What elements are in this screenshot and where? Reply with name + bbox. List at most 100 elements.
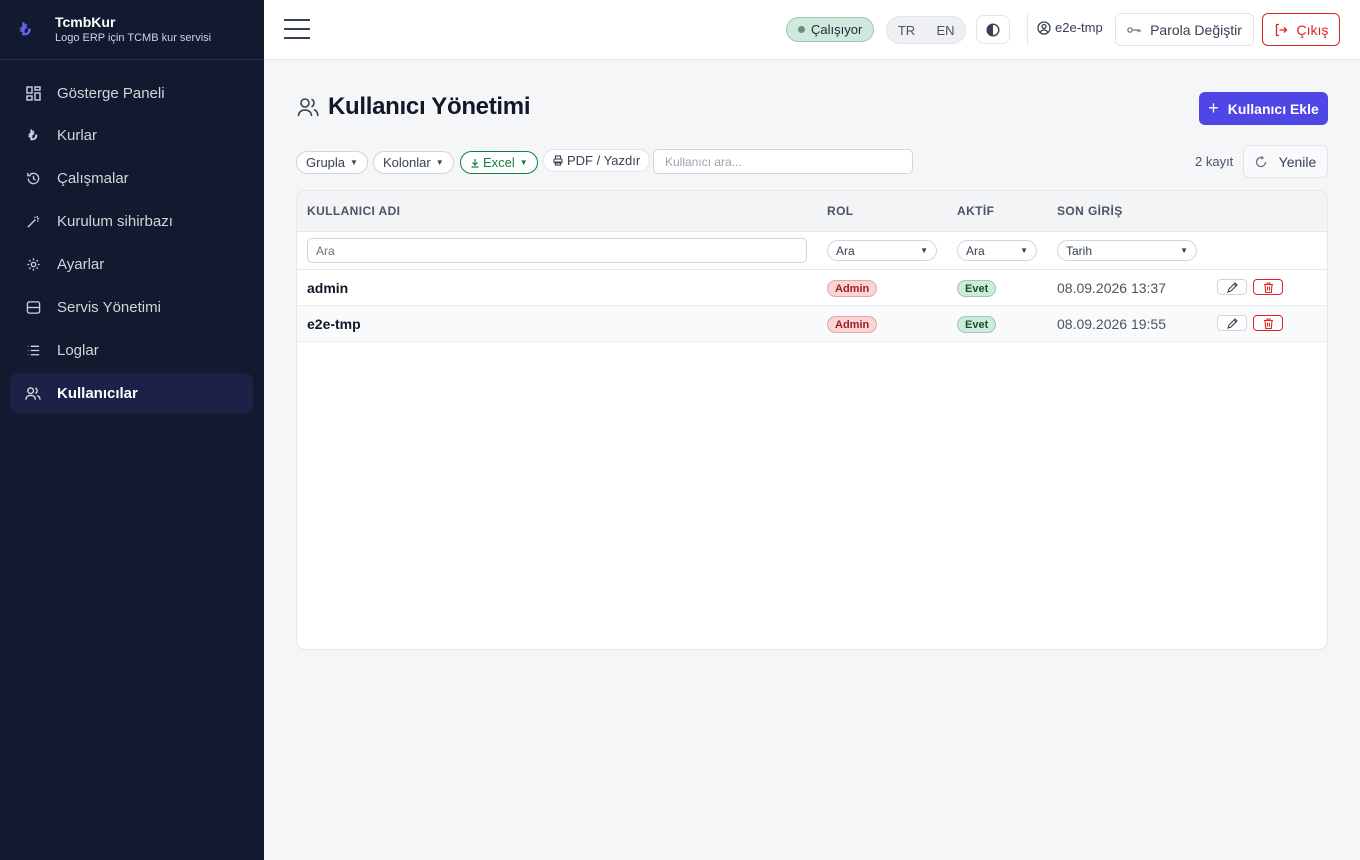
key-icon (1127, 26, 1141, 33)
change-password-button[interactable]: Parola Değiştir (1115, 13, 1254, 46)
active-filter-value: Ara (966, 243, 985, 258)
delete-user-button[interactable] (1253, 315, 1283, 331)
edit-user-button[interactable] (1217, 315, 1247, 331)
lira-icon: ₺ (28, 127, 38, 144)
sidebar-item-settings[interactable]: Ayarlar (10, 245, 253, 285)
brand-subtitle: Logo ERP için TCMB kur servisi (55, 32, 212, 44)
sidebar-nav: Gösterge Paneli ₺ Kurlar Çalışmalar Kuru… (0, 60, 264, 414)
users-icon (24, 384, 42, 402)
trash-icon (1263, 317, 1273, 329)
caret-down-icon: ▼ (350, 158, 358, 167)
server-icon (24, 298, 42, 316)
current-username: e2e-tmp (1055, 20, 1103, 35)
active-badge: Evet (957, 280, 997, 297)
last-login-filter-select[interactable]: Tarih ▼ (1057, 240, 1197, 261)
role-badge: Admin (827, 280, 878, 297)
excel-label: Excel (483, 155, 515, 170)
page-header: Kullanıcı Yönetimi (297, 93, 531, 121)
active-badge: Evet (957, 316, 997, 333)
edit-user-button[interactable] (1217, 279, 1247, 295)
dashboard-icon (24, 84, 42, 102)
role-badge: Admin (827, 316, 878, 333)
sidebar-item-label: Çalışmalar (57, 170, 129, 188)
gear-icon (24, 256, 42, 274)
pencil-icon (1226, 317, 1238, 329)
active-filter-select[interactable]: Ara ▼ (957, 240, 1037, 261)
columns-label: Kolonlar (383, 155, 431, 170)
caret-down-icon: ▼ (519, 158, 528, 167)
change-password-label: Parola Değiştir (1150, 21, 1242, 38)
table-row[interactable]: e2e-tmp Admin Evet 08.09.2026 19:55 (297, 306, 1327, 342)
sidebar-item-logs[interactable]: Loglar (10, 330, 253, 370)
printer-icon (553, 155, 563, 166)
last-login-cell: 08.09.2026 19:55 (1057, 316, 1166, 332)
column-header-last-login[interactable]: SON GİRİŞ (1057, 204, 1123, 218)
sidebar-item-dashboard[interactable]: Gösterge Paneli (10, 73, 253, 113)
logout-icon (1275, 23, 1287, 36)
add-user-label: Kullanıcı Ekle (1227, 100, 1319, 117)
table-header: KULLANICI ADI ROL AKTİF SON GİRİŞ (297, 191, 1327, 232)
username-cell: e2e-tmp (307, 316, 361, 332)
plus-icon: + (1208, 98, 1219, 118)
caret-down-icon: ▼ (920, 246, 928, 255)
filter-row: Ara ▼ Ara ▼ Tarih ▼ (297, 232, 1327, 270)
list-icon (24, 341, 42, 359)
users-table: KULLANICI ADI ROL AKTİF SON GİRİŞ Ara ▼ A… (296, 190, 1328, 650)
theme-toggle-button[interactable] (976, 15, 1010, 44)
header-divider (1027, 12, 1028, 45)
refresh-label: Yenile (1278, 153, 1317, 170)
username-cell: admin (307, 280, 349, 296)
service-status-label: Çalışıyor (811, 22, 863, 37)
users-icon (297, 98, 319, 117)
sidebar-item-setup-wizard[interactable]: Kurulum sihirbazı (10, 202, 253, 242)
refresh-icon (1255, 155, 1266, 167)
sidebar-item-label: Kurulum sihirbazı (57, 213, 173, 231)
logout-button[interactable]: Çıkış (1262, 13, 1340, 46)
caret-down-icon: ▼ (1020, 246, 1028, 255)
sidebar-item-service-management[interactable]: Servis Yönetimi (10, 287, 253, 327)
brand-name: TcmbKur (55, 14, 116, 30)
table-row[interactable]: admin Admin Evet 08.09.2026 13:37 (297, 270, 1327, 306)
sidebar-item-label: Ayarlar (57, 256, 105, 274)
menu-toggle-icon[interactable] (284, 19, 310, 39)
add-user-button[interactable]: + Kullanıcı Ekle (1199, 92, 1328, 125)
column-header-role[interactable]: ROL (827, 204, 854, 218)
pdf-print-button[interactable]: PDF / Yazdır (543, 149, 651, 172)
sidebar-item-label: Loglar (57, 341, 99, 359)
wand-icon (24, 213, 42, 231)
caret-down-icon: ▼ (435, 158, 444, 167)
column-header-active[interactable]: AKTİF (957, 204, 994, 218)
download-icon (471, 158, 479, 168)
sidebar: ₺ TcmbKur Logo ERP için TCMB kur servisi… (0, 0, 264, 860)
column-header-username[interactable]: KULLANICI ADI (307, 204, 400, 218)
refresh-button[interactable]: Yenile (1243, 145, 1328, 178)
sidebar-item-rates[interactable]: ₺ Kurlar (10, 116, 253, 156)
pdf-print-label: PDF / Yazdır (567, 153, 641, 168)
status-dot-icon (798, 26, 805, 33)
group-by-label: Grupla (306, 155, 346, 170)
brand-logo-icon: ₺ (20, 19, 31, 39)
role-filter-select[interactable]: Ara ▼ (827, 240, 937, 261)
top-bar: Çalışıyor TR EN e2e-tmp Parola Değiştir … (264, 0, 1360, 60)
delete-user-button[interactable] (1253, 279, 1283, 295)
username-filter-input[interactable] (307, 238, 807, 263)
page-title: Kullanıcı Yönetimi (328, 93, 531, 120)
language-option-tr[interactable]: TR (887, 23, 926, 38)
caret-down-icon: ▼ (1180, 246, 1188, 255)
pencil-icon (1226, 281, 1238, 293)
language-option-en[interactable]: EN (926, 23, 965, 38)
record-count: 2 kayıt (1195, 154, 1234, 169)
trash-icon (1263, 281, 1273, 293)
excel-export-button[interactable]: Excel ▼ (460, 151, 538, 174)
contrast-icon (986, 22, 1000, 37)
group-by-button[interactable]: Grupla ▼ (296, 151, 368, 174)
columns-button[interactable]: Kolonlar ▼ (373, 151, 454, 174)
last-login-cell: 08.09.2026 13:37 (1057, 280, 1166, 296)
current-user: e2e-tmp (1037, 20, 1103, 35)
sidebar-item-label: Kurlar (57, 127, 98, 145)
sidebar-item-users[interactable]: Kullanıcılar (10, 373, 253, 414)
sidebar-item-runs[interactable]: Çalışmalar (10, 159, 253, 199)
brand[interactable]: ₺ TcmbKur Logo ERP için TCMB kur servisi (0, 0, 264, 60)
user-search-input[interactable] (653, 149, 913, 174)
language-switcher: TR EN (886, 16, 966, 44)
